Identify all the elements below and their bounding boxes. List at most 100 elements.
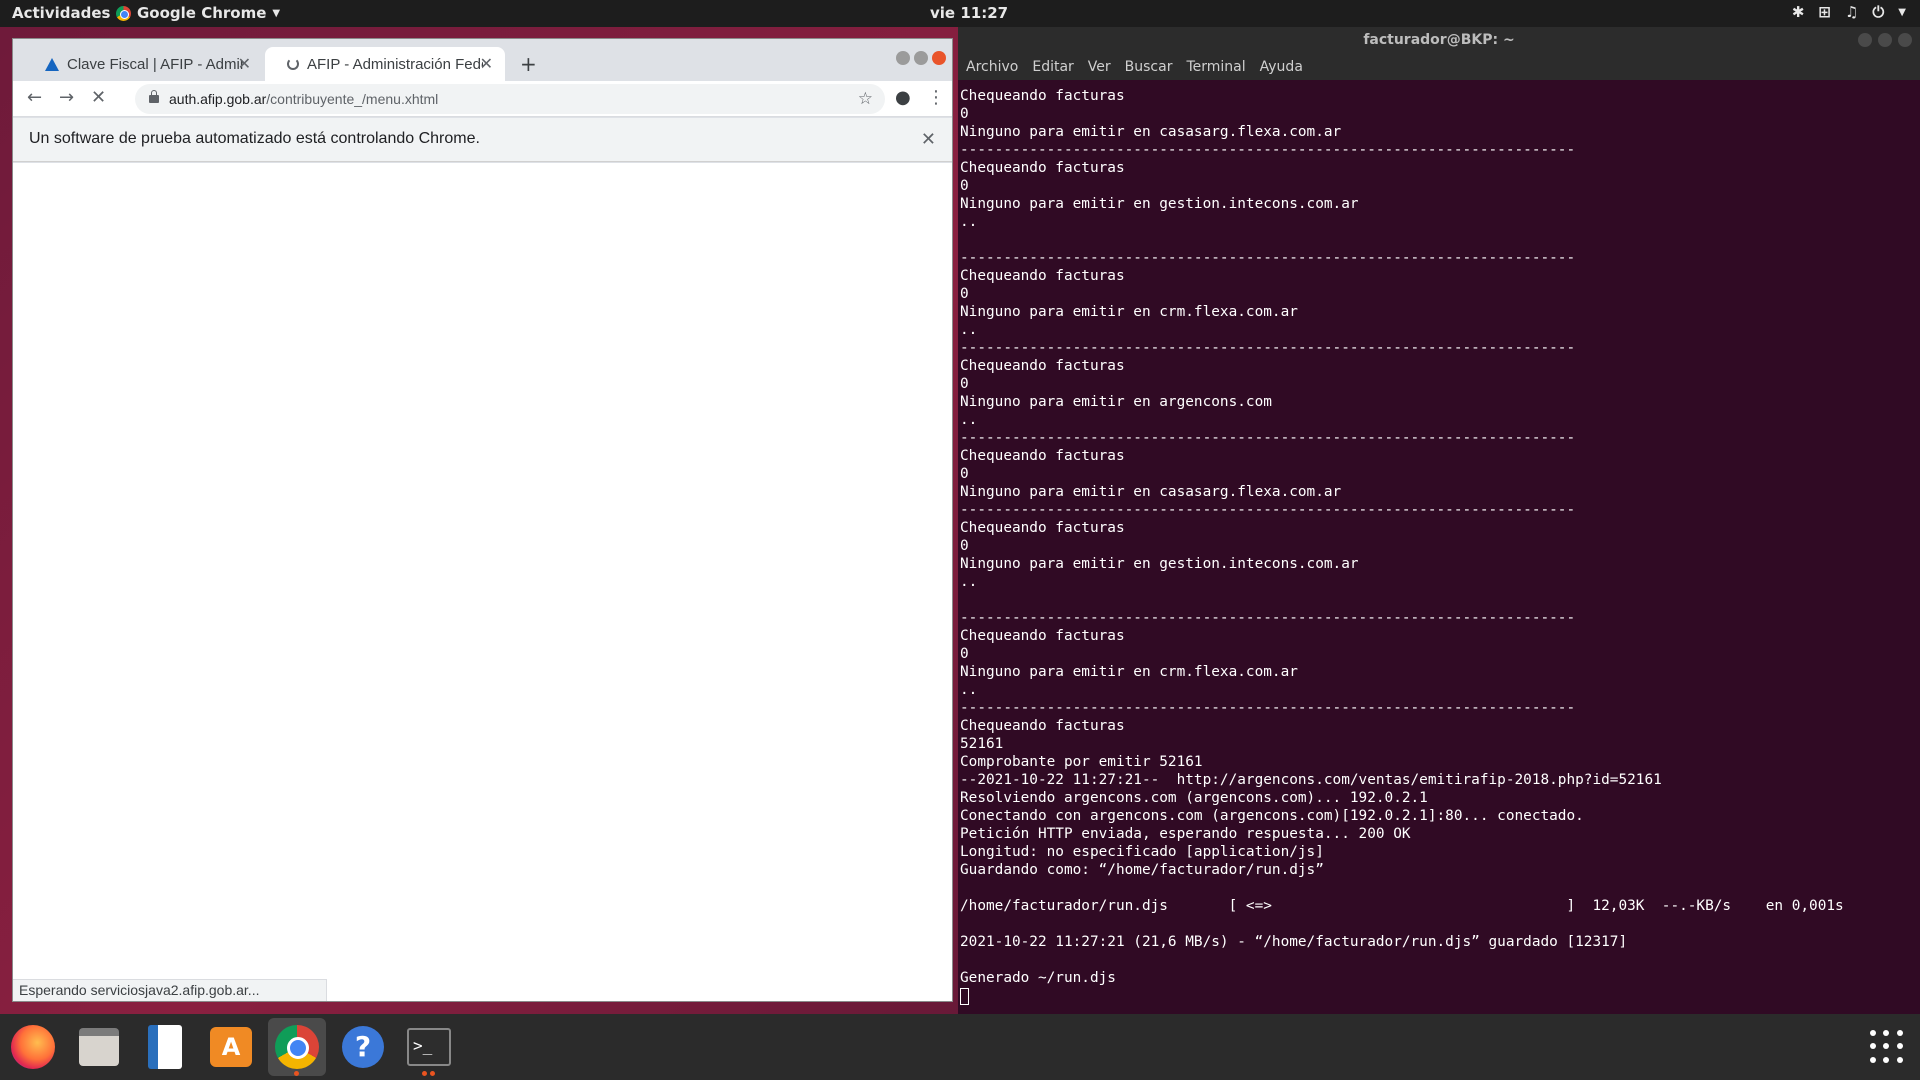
dock-firefox[interactable] (4, 1018, 62, 1076)
running-indicator (430, 1071, 435, 1076)
menu-ver[interactable]: Ver (1088, 55, 1111, 80)
terminal-line: Ninguno para emitir en argencons.com (960, 394, 1272, 410)
bookmark-star-icon[interactable]: ☆ (858, 89, 873, 109)
terminal-titlebar[interactable]: facturador@BKP: ~ (958, 27, 1920, 55)
chevron-down-icon[interactable]: ▼ (1898, 3, 1906, 23)
terminal-cursor (960, 988, 969, 1005)
terminal-line: Chequeando facturas (960, 88, 1125, 104)
terminal-output[interactable]: Chequeando facturas 0 Ninguno para emitir … (960, 87, 1910, 1007)
terminal-line: Chequeando facturas (960, 628, 1125, 644)
menu-terminal[interactable]: Terminal (1186, 55, 1245, 80)
terminal-line: Longitud: no especificado [application/j… (960, 844, 1324, 860)
terminal-window: facturador@BKP: ~ Archivo Editar Ver Bus… (958, 27, 1920, 1039)
minimize-icon[interactable] (1858, 33, 1872, 47)
terminal-line: Guardando como: “/home/facturador/run.dj… (960, 862, 1324, 878)
terminal-menubar: Archivo Editar Ver Buscar Terminal Ayuda (958, 55, 1920, 80)
show-applications-button[interactable] (1870, 1030, 1904, 1064)
terminal-line: Generado ~/run.djs (960, 970, 1116, 986)
dock-help[interactable]: ? (334, 1018, 392, 1076)
terminal-line: ----------------------------------------… (960, 610, 1576, 626)
activities-button[interactable]: Actividades (12, 4, 110, 22)
terminal-line: 0 (960, 286, 969, 302)
terminal-line: .. (960, 682, 978, 698)
files-icon (79, 1028, 119, 1066)
menu-buscar[interactable]: Buscar (1125, 55, 1173, 80)
tab-clave-fiscal[interactable]: Clave Fiscal | AFIP - Administración Fed… (23, 47, 263, 81)
afip-icon (45, 57, 59, 71)
terminal-line: .. (960, 214, 978, 230)
volume-icon[interactable]: ♫ (1845, 3, 1858, 23)
tab-strip: Clave Fiscal | AFIP - Administración Fed… (13, 39, 952, 81)
minimize-icon[interactable] (896, 51, 910, 65)
close-tab-icon[interactable]: ✕ (480, 54, 493, 74)
terminal-line: Ninguno para emitir en casasarg.flexa.co… (960, 484, 1342, 500)
menu-archivo[interactable]: Archivo (966, 55, 1018, 80)
address-bar[interactable]: auth.afip.gob.ar/contribuyente_/menu.xht… (135, 84, 885, 114)
browser-toolbar: ← → ✕ auth.afip.gob.ar/contribuyente_/me… (13, 81, 952, 117)
terminal-line: Chequeando facturas (960, 718, 1125, 734)
dock-terminal[interactable]: >_ (400, 1018, 458, 1076)
bluetooth-icon[interactable]: ✱ (1792, 3, 1805, 23)
terminal-line: 0 (960, 178, 969, 194)
terminal-line: 0 (960, 538, 969, 554)
maximize-icon[interactable] (914, 51, 928, 65)
close-icon[interactable] (1898, 33, 1912, 47)
terminal-line: Comprobante por emitir 52161 (960, 754, 1203, 770)
stop-loading-icon[interactable]: ✕ (91, 87, 106, 108)
terminal-line: .. (960, 574, 978, 590)
status-bubble: Esperando serviciosjava2.afip.gob.ar... (13, 979, 327, 1001)
terminal-line: 0 (960, 106, 969, 122)
running-indicator (294, 1071, 299, 1076)
terminal-line: 0 (960, 646, 969, 662)
dock: A ? >_ (0, 1014, 1920, 1080)
dock-software[interactable]: A (202, 1018, 260, 1076)
terminal-prompt[interactable] (960, 987, 1910, 1005)
tab-afip[interactable]: AFIP - Administración Federal ✕ (265, 47, 505, 81)
dock-writer[interactable] (136, 1018, 194, 1076)
lock-icon[interactable] (149, 90, 159, 103)
url-host: auth.afip.gob.ar (169, 91, 267, 107)
page-content[interactable]: Esperando serviciosjava2.afip.gob.ar... (13, 163, 952, 1001)
power-icon[interactable]: ⏻ (1872, 3, 1884, 23)
new-tab-button[interactable]: + (520, 52, 537, 76)
url-path: /contribuyente_/menu.xhtml (266, 91, 439, 107)
chrome-icon (116, 5, 131, 21)
terminal-line: ----------------------------------------… (960, 142, 1576, 158)
terminal-line: Ninguno para emitir en gestion.intecons.… (960, 196, 1359, 212)
back-icon[interactable]: ← (27, 87, 42, 108)
terminal-line: Chequeando facturas (960, 160, 1125, 176)
terminal-line: 0 (960, 376, 969, 392)
close-tab-icon[interactable]: ✕ (238, 54, 251, 74)
terminal-line: ----------------------------------------… (960, 430, 1576, 446)
window-controls (896, 51, 946, 65)
app-menu[interactable]: Google Chrome ▼ (116, 4, 280, 22)
menu-editar[interactable]: Editar (1032, 55, 1073, 80)
dock-chrome[interactable] (268, 1018, 326, 1076)
clock[interactable]: vie 11:27 (930, 4, 1008, 22)
profile-icon[interactable]: ● (895, 87, 911, 108)
dock-files[interactable] (70, 1018, 128, 1076)
close-icon[interactable] (932, 51, 946, 65)
chevron-down-icon: ▼ (272, 7, 281, 19)
menu-ayuda[interactable]: Ayuda (1260, 55, 1303, 80)
network-icon[interactable]: ⊞ (1818, 3, 1831, 23)
system-tray[interactable]: ✱ ⊞ ♫ ⏻ ▼ (1792, 3, 1906, 23)
menu-kebab-icon[interactable]: ⋮ (927, 87, 945, 108)
tab-title: Clave Fiscal | AFIP - Administración Fed… (67, 55, 243, 73)
terminal-line: Conectando con argencons.com (argencons.… (960, 808, 1584, 824)
firefox-icon (11, 1025, 55, 1069)
terminal-line: Ninguno para emitir en gestion.intecons.… (960, 556, 1359, 572)
chrome-icon (275, 1025, 319, 1069)
forward-icon[interactable]: → (59, 87, 74, 108)
help-icon: ? (342, 1026, 384, 1068)
maximize-icon[interactable] (1878, 33, 1892, 47)
writer-icon (148, 1025, 182, 1069)
loading-spinner-icon (287, 58, 299, 70)
terminal-line: 2021-10-22 11:27:21 (21,6 MB/s) - “/home… (960, 934, 1628, 950)
close-icon[interactable]: ✕ (921, 118, 936, 160)
